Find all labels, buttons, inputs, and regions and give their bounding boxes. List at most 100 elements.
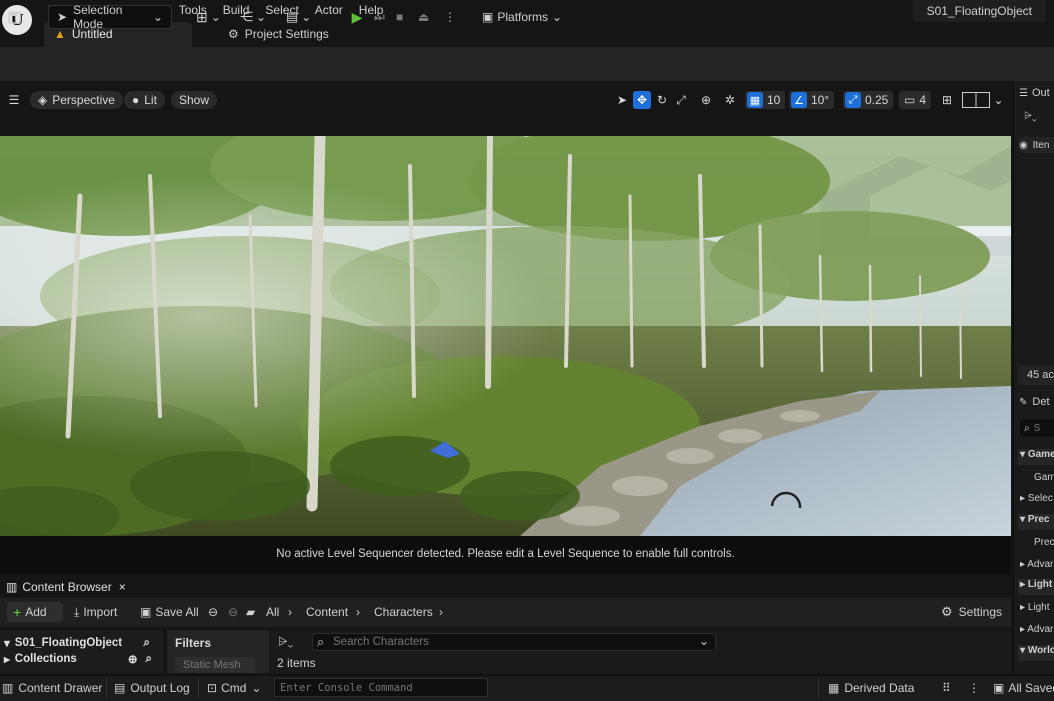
filter-dropdown-button[interactable]: ⩥⌄ bbox=[278, 634, 293, 649]
cmd-label: Cmd bbox=[221, 681, 247, 695]
tab-content-browser[interactable]: ▥ Content Browser × bbox=[0, 577, 132, 597]
camera-speed-button[interactable]: ▭ 4 bbox=[899, 91, 932, 109]
quick-add-button[interactable]: ⊞ ⌄ bbox=[196, 5, 230, 29]
show-flags-button[interactable]: Show bbox=[171, 91, 218, 109]
breadcrumb-separator-icon: › bbox=[356, 605, 360, 619]
advance-frame-button[interactable]: ⏭ bbox=[374, 5, 392, 29]
search-icon[interactable]: ⌕ bbox=[144, 637, 150, 650]
stop-button[interactable]: ■ bbox=[396, 5, 414, 29]
import-icon: ⤓ bbox=[74, 604, 80, 619]
forward-arrow-icon: ⊖ bbox=[228, 605, 239, 619]
import-label: Import bbox=[83, 605, 118, 619]
console-command-box[interactable] bbox=[274, 678, 488, 697]
details-tab[interactable]: ✎ Det bbox=[1019, 394, 1054, 410]
search-icon: ⌕ bbox=[1024, 422, 1030, 434]
details-search[interactable]: ⌕ S bbox=[1020, 419, 1054, 437]
add-button[interactable]: + Add bbox=[7, 602, 63, 622]
content-drawer-button[interactable]: ▥ Content Drawer bbox=[2, 680, 102, 696]
content-browser-settings-button[interactable]: ⚙ Settings bbox=[941, 602, 1002, 622]
surface-snap-button[interactable]: ✲ bbox=[722, 91, 738, 109]
breadcrumb-separator-icon[interactable]: › bbox=[439, 602, 443, 622]
angle-icon: ∠ bbox=[791, 92, 807, 108]
divider bbox=[106, 679, 107, 697]
view-mode-button[interactable]: ● Lit bbox=[124, 91, 165, 109]
breadcrumb-characters[interactable]: Characters bbox=[374, 602, 433, 622]
level-viewport[interactable] bbox=[0, 136, 1011, 536]
platforms-dropdown[interactable]: ▣ Platforms ⌄ bbox=[482, 5, 572, 29]
item-count: 2 items bbox=[277, 656, 316, 670]
play-button[interactable]: ▶ bbox=[346, 5, 368, 29]
selection-mode-dropdown[interactable]: ➤ Selection Mode ⌄ bbox=[48, 3, 172, 31]
import-button[interactable]: ⤓ Import bbox=[74, 602, 117, 622]
search-icon[interactable]: ⌕ bbox=[146, 653, 152, 666]
play-options-button[interactable]: ⋮ bbox=[444, 5, 456, 29]
outliner-item-header[interactable]: ◉ Iten bbox=[1019, 137, 1054, 153]
add-collection-icon[interactable]: ⊕ bbox=[128, 652, 138, 666]
grid-snap-button[interactable]: ▦ 10 bbox=[745, 91, 786, 109]
cinematics-button[interactable]: ▤ ⌄ bbox=[286, 5, 320, 29]
details-section-precomputed[interactable]: ▾ Prec bbox=[1018, 514, 1054, 530]
viewport-menu-button[interactable]: ☰ bbox=[4, 91, 24, 109]
details-section-label: World bbox=[1027, 645, 1054, 656]
close-icon[interactable]: × bbox=[119, 580, 126, 594]
translate-tool-button[interactable]: ✥ bbox=[633, 91, 651, 109]
viewport-layout-icon bbox=[962, 92, 991, 108]
details-subsection-selection[interactable]: ▸ Selec bbox=[1020, 493, 1053, 504]
cmd-dropdown[interactable]: ⊡ Cmd ⌄ bbox=[207, 680, 261, 696]
tree-root-project[interactable]: ▾ S01_FloatingObject ⌕ bbox=[4, 636, 160, 651]
details-section-lightmass[interactable]: ▸ Light bbox=[1018, 579, 1054, 595]
world-local-toggle[interactable]: ⊕ bbox=[698, 91, 714, 109]
output-log-icon: ▤ bbox=[114, 681, 126, 695]
camera-speed-value: 4 bbox=[919, 93, 927, 107]
all-saved-indicator[interactable]: ▣ All Saved bbox=[993, 680, 1054, 696]
perspective-button[interactable]: ◈ Perspective bbox=[30, 91, 123, 109]
stop-icon: ■ bbox=[396, 10, 404, 24]
tab-project-settings[interactable]: ⚙ Project Settings bbox=[218, 22, 339, 47]
details-section-world[interactable]: ▾ World bbox=[1018, 645, 1054, 661]
outliner-tab[interactable]: ☰ Out bbox=[1019, 85, 1054, 101]
kebab-menu-icon[interactable]: ⋮ bbox=[968, 680, 980, 696]
actor-count: 45 ac bbox=[1018, 365, 1054, 385]
search-characters-input[interactable] bbox=[333, 634, 693, 650]
kebab-menu-icon: ⋮ bbox=[444, 10, 456, 24]
filter-icon[interactable]: ⩥⌄ bbox=[1024, 111, 1037, 122]
chevron-down-icon: ⌄ bbox=[152, 10, 163, 24]
breadcrumb-content[interactable]: Content bbox=[306, 602, 348, 622]
outliner-item-label: Iten bbox=[1032, 139, 1050, 151]
details-subsection-advanced[interactable]: ▸ Advar bbox=[1020, 559, 1053, 570]
eject-button[interactable]: ⏏ bbox=[418, 5, 438, 29]
history-forward-button[interactable]: ⊖ bbox=[228, 602, 238, 622]
output-log-button[interactable]: ▤ Output Log bbox=[114, 680, 190, 696]
history-back-button[interactable]: ⊖ bbox=[208, 602, 218, 622]
scale-snap-button[interactable]: ⤢ 0.25 bbox=[843, 91, 894, 109]
clapperboard-icon: ▤ bbox=[286, 9, 299, 24]
filter-chip-static-mesh[interactable]: Static Mesh bbox=[175, 657, 255, 673]
search-box[interactable]: ⌕ ⌄ bbox=[312, 633, 716, 651]
add-actor-icon: ⊞ bbox=[196, 8, 208, 25]
save-all-button[interactable]: ▣ Save All bbox=[140, 602, 199, 622]
console-command-input[interactable] bbox=[280, 679, 480, 696]
details-row-game: Game bbox=[1034, 472, 1054, 483]
save-button[interactable] bbox=[4, 5, 24, 29]
platforms-label: Platforms bbox=[497, 10, 549, 24]
project-name: S01_FloatingObject bbox=[912, 0, 1046, 22]
advance-frame-icon: ⏭ bbox=[374, 9, 385, 24]
details-section-game[interactable]: ▾ Game bbox=[1018, 449, 1054, 465]
details-subsection-light[interactable]: ▸ Light bbox=[1020, 602, 1050, 613]
collections-header[interactable]: ▸ Collections ⊕ ⌕ bbox=[4, 652, 160, 667]
content-browser-label: Content Browser bbox=[22, 580, 112, 594]
scale-tool-button[interactable]: ⤢ bbox=[673, 91, 689, 109]
eye-icon: ◉ bbox=[1019, 139, 1028, 151]
viewport-layout-button[interactable]: ⌄ bbox=[961, 91, 1005, 109]
details-subsection-advanced-2[interactable]: ▸ Advar bbox=[1020, 624, 1053, 635]
chevron-down-icon[interactable]: ⌄ bbox=[699, 634, 709, 648]
rotation-snap-button[interactable]: ∠ 10° bbox=[789, 91, 835, 109]
source-control-icon[interactable]: ⠿ bbox=[942, 680, 951, 696]
maximize-viewport-button[interactable]: ⊞ bbox=[938, 91, 956, 109]
perspective-label: Perspective bbox=[52, 93, 115, 107]
derived-data-button[interactable]: ▦ Derived Data bbox=[828, 680, 914, 696]
select-tool-button[interactable]: ➤ bbox=[614, 91, 630, 109]
blueprints-button[interactable]: ⋲ ⌄ bbox=[240, 5, 274, 29]
rotate-tool-button[interactable]: ↻ bbox=[654, 91, 670, 109]
breadcrumb-all[interactable]: All bbox=[266, 602, 279, 622]
